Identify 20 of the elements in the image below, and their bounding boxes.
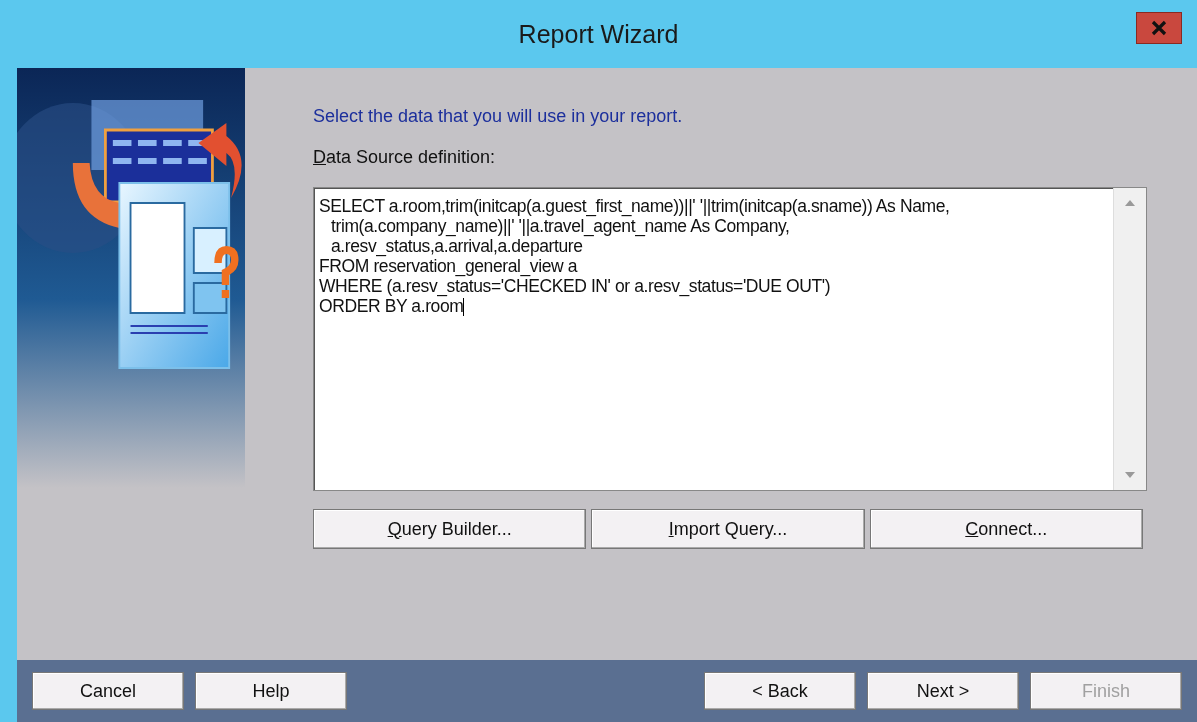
query-line: SELECT a.room,trim(initcap(a.guest_first_name))||' '||trim(initcap(a.sname)) As Name, <box>319 196 951 216</box>
query-button[interactable]: Import Query... <box>591 509 865 549</box>
instruction-text: Select the data that you will use in your report. <box>313 106 684 127</box>
query-button[interactable]: Connect... <box>869 509 1143 549</box>
footer-button[interactable]: Cancel <box>32 672 184 710</box>
query-line: a.resv_status,a.arrival,a.departure <box>330 236 583 256</box>
query-button[interactable]: Query Builder... <box>313 509 587 549</box>
footer-button[interactable]: Next > <box>867 672 1019 710</box>
footer-button[interactable]: < Back <box>704 672 856 710</box>
query-line: WHERE (a.resv_status='CHECKED IN' or a.resv_status='DUE OUT') <box>319 276 832 296</box>
footer-button[interactable]: Help <box>195 672 347 710</box>
query-line: FROM reservation_general_view a <box>319 256 578 276</box>
window-title: Report Wizard <box>518 19 679 49</box>
definition-label: Data Source definition: <box>313 147 497 168</box>
query-line: trim(a.company_name)||' '||a.travel_agent_name As Company, <box>330 216 791 236</box>
scrollbar[interactable] <box>1113 188 1146 490</box>
close-icon <box>1151 20 1167 36</box>
query-editor-field[interactable] <box>313 187 1147 491</box>
close-button[interactable] <box>1136 12 1182 44</box>
query-line: ORDER BY a.room <box>319 296 465 317</box>
